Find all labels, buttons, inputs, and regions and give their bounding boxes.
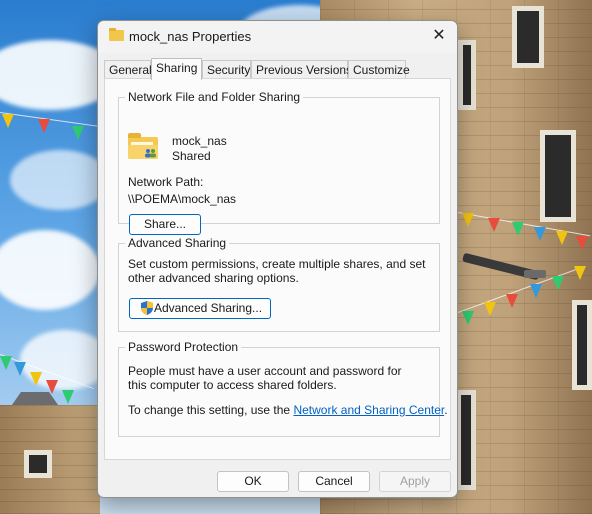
password-protection-group: Password Protection: [118, 340, 440, 437]
network-path-value: \\POEMA\mock_nas: [128, 192, 237, 206]
street-lamp-head: [524, 270, 546, 278]
change-setting-prefix: To change this setting, use the: [128, 403, 294, 417]
advanced-sharing-button-label: Advanced Sharing...: [153, 301, 263, 315]
bunting-flag: [30, 372, 42, 386]
advanced-sharing-description: Set custom permissions, create multiple …: [128, 257, 426, 285]
share-button[interactable]: Share...: [129, 214, 201, 235]
bunting-flag: [530, 284, 542, 298]
change-setting-suffix: .: [444, 403, 448, 417]
building-window: [512, 6, 544, 68]
bunting-flag: [488, 218, 500, 232]
tab-security[interactable]: Security: [202, 60, 251, 78]
bunting-flag: [574, 266, 586, 280]
tab-sharing[interactable]: Sharing: [151, 58, 202, 80]
bunting-flag: [72, 126, 84, 140]
bunting-flag: [46, 380, 58, 394]
building-window: [572, 300, 592, 390]
title-bar[interactable]: mock_nas Properties ✕: [98, 21, 457, 53]
people-icon: [145, 149, 156, 158]
group-title: Advanced Sharing: [125, 236, 230, 250]
bunting-flag: [2, 114, 14, 128]
bunting-flag: [62, 390, 74, 404]
cancel-button[interactable]: Cancel: [298, 471, 370, 492]
cloud: [10, 150, 110, 210]
bunting-flag: [512, 222, 524, 236]
bunting-flag: [0, 356, 12, 370]
ok-button[interactable]: OK: [217, 471, 289, 492]
password-protection-description: People must have a user account and pass…: [128, 364, 402, 392]
building-window: [458, 40, 476, 110]
window-title: mock_nas Properties: [129, 29, 252, 44]
close-icon: ✕: [432, 27, 446, 44]
bunting-flag: [556, 231, 568, 245]
folder-name: mock_nas: [172, 134, 227, 148]
bunting-flag: [484, 302, 496, 316]
bunting-flag: [534, 227, 546, 241]
bunting-flag: [38, 119, 50, 133]
cloud: [0, 230, 100, 310]
uac-shield-icon: [141, 301, 153, 315]
bunting-flag: [576, 236, 588, 250]
network-path-label: Network Path:: [128, 175, 204, 189]
folder-icon: [109, 28, 124, 41]
bunting-flag: [506, 294, 518, 308]
bunting-flag: [552, 276, 564, 290]
change-setting-text: To change this setting, use the Network …: [128, 403, 448, 417]
tab-previous-versions[interactable]: Previous Versions: [251, 60, 352, 78]
bunting-flag: [462, 311, 474, 325]
tab-customize[interactable]: Customize: [348, 60, 410, 78]
group-title: Password Protection: [125, 340, 242, 354]
network-sharing-center-link[interactable]: Network and Sharing Center: [293, 403, 444, 417]
tab-general[interactable]: General: [104, 60, 152, 78]
bunting-flag: [462, 213, 474, 227]
properties-dialog: mock_nas Properties ✕ General Sharing Se…: [97, 20, 458, 498]
close-button[interactable]: ✕: [421, 21, 457, 51]
building-window: [456, 390, 476, 490]
apply-button[interactable]: Apply: [379, 471, 451, 492]
folder-status: Shared: [172, 149, 211, 163]
sharing-tab-panel: Network File and Folder Sharing mock_nas…: [104, 78, 451, 460]
bunting-flag: [14, 362, 26, 376]
building-window: [24, 450, 52, 478]
building-window: [540, 130, 576, 222]
group-title: Network File and Folder Sharing: [125, 90, 304, 104]
